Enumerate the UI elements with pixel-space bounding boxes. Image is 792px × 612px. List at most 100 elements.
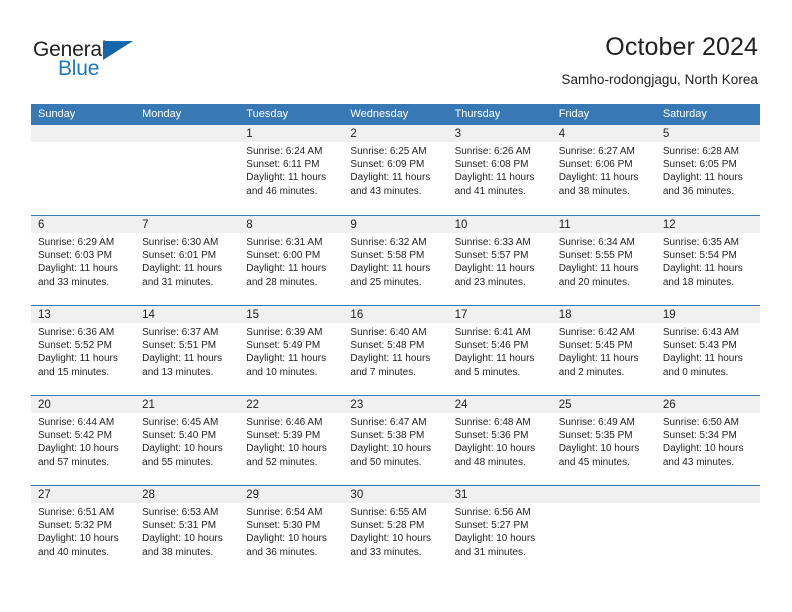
weekday-header-thursday: Thursday <box>454 108 501 120</box>
page-header: General Blue October 2024 Samho-rodongja… <box>0 0 792 100</box>
sun-times-info: Sunrise: 6:55 AM Sunset: 5:28 PM Dayligh… <box>350 507 432 558</box>
calendar-week-cells: 27 Sunrise: 6:51 AM Sunset: 5:32 PM Dayli… <box>31 486 760 576</box>
calendar-day-cell[interactable]: 26 Sunrise: 6:50 AM Sunset: 5:34 PM Dayli… <box>656 396 760 486</box>
logo-text-blue: Blue <box>58 57 100 80</box>
day-number: 27 <box>38 489 51 501</box>
calendar-day-cell[interactable]: 31 Sunrise: 6:56 AM Sunset: 5:27 PM Dayli… <box>448 486 552 576</box>
calendar-day-cell[interactable]: 27 Sunrise: 6:51 AM Sunset: 5:32 PM Dayli… <box>31 486 135 576</box>
sun-times-info: Sunrise: 6:40 AM Sunset: 5:48 PM Dayligh… <box>350 327 431 378</box>
day-number <box>559 487 656 503</box>
sun-times-info: Sunrise: 6:30 AM Sunset: 6:01 PM Dayligh… <box>142 237 222 288</box>
sun-times-info: Sunrise: 6:37 AM Sunset: 5:51 PM Dayligh… <box>142 327 222 378</box>
calendar-day-cell[interactable]: 21 Sunrise: 6:45 AM Sunset: 5:40 PM Dayli… <box>135 396 239 486</box>
calendar-day-cell[interactable]: 4 Sunrise: 6:27 AM Sunset: 6:06 PM Daylig… <box>552 125 656 215</box>
day-number: 6 <box>38 219 45 231</box>
calendar-day-cell[interactable]: 8 Sunrise: 6:31 AM Sunset: 6:00 PM Daylig… <box>239 216 343 306</box>
sun-times-info: Sunrise: 6:44 AM Sunset: 5:42 PM Dayligh… <box>38 417 119 468</box>
calendar-day-cell[interactable]: 25 Sunrise: 6:49 AM Sunset: 5:35 PM Dayli… <box>552 396 656 486</box>
calendar-day-cell[interactable]: 9 Sunrise: 6:32 AM Sunset: 5:58 PM Daylig… <box>343 216 447 306</box>
sun-times-info: Sunrise: 6:39 AM Sunset: 5:49 PM Dayligh… <box>246 327 327 378</box>
day-number: 21 <box>142 399 155 411</box>
calendar-day-cell[interactable]: 23 Sunrise: 6:47 AM Sunset: 5:38 PM Dayli… <box>343 396 447 486</box>
sun-times-info: Sunrise: 6:41 AM Sunset: 5:46 PM Dayligh… <box>454 327 535 378</box>
calendar-day-cell[interactable]: 16 Sunrise: 6:40 AM Sunset: 5:48 PM Dayli… <box>343 306 447 396</box>
day-number: 19 <box>662 309 676 321</box>
calendar-day-cell[interactable]: 2 Sunrise: 6:25 AM Sunset: 6:09 PM Daylig… <box>343 125 447 215</box>
calendar-week-cells: 6 Sunrise: 6:29 AM Sunset: 6:03 PM Daylig… <box>31 216 760 306</box>
weekday-header-saturday: Saturday <box>662 108 707 120</box>
sun-times-info: Sunrise: 6:47 AM Sunset: 5:38 PM Dayligh… <box>350 417 432 468</box>
sun-times-info: Sunrise: 6:25 AM Sunset: 6:09 PM Dayligh… <box>350 146 431 197</box>
calendar-day-cell[interactable]: 6 Sunrise: 6:29 AM Sunset: 6:03 PM Daylig… <box>31 216 135 306</box>
calendar-day-cell[interactable]: 14 Sunrise: 6:37 AM Sunset: 5:51 PM Dayli… <box>135 306 239 396</box>
weekday-header-wednesday: Wednesday <box>350 108 409 120</box>
calendar-day-cell[interactable]: 17 Sunrise: 6:41 AM Sunset: 5:46 PM Dayli… <box>448 306 552 396</box>
day-number: 11 <box>558 219 571 231</box>
calendar-day-cell[interactable]: 29 Sunrise: 6:54 AM Sunset: 5:30 PM Dayli… <box>239 486 343 576</box>
calendar-day-cell[interactable]: 10 Sunrise: 6:33 AM Sunset: 5:57 PM Dayli… <box>448 216 552 306</box>
calendar-day-cell[interactable]: 5 Sunrise: 6:28 AM Sunset: 6:05 PM Daylig… <box>656 125 760 215</box>
sun-times-info: Sunrise: 6:54 AM Sunset: 5:30 PM Dayligh… <box>246 507 327 558</box>
day-number: 7 <box>142 219 149 231</box>
weekday-header-friday: Friday <box>558 108 590 120</box>
calendar-week-cells: 1 Sunrise: 6:24 AM Sunset: 6:11 PM Daylig… <box>31 125 760 215</box>
page-subtitle: Samho-rodongjagu, North Korea <box>561 72 758 87</box>
sun-times-info: Sunrise: 6:53 AM Sunset: 5:31 PM Dayligh… <box>142 507 223 558</box>
general-blue-logo[interactable]: General Blue <box>33 38 153 84</box>
calendar-week-row: 1 Sunrise: 6:24 AM Sunset: 6:11 PM Daylig… <box>31 125 760 215</box>
calendar-empty-cell <box>552 486 656 576</box>
day-number: 31 <box>454 489 468 501</box>
day-number: 25 <box>558 399 572 411</box>
calendar-day-cell[interactable]: 11 Sunrise: 6:34 AM Sunset: 5:55 PM Dayli… <box>552 216 656 306</box>
day-number: 20 <box>38 399 51 411</box>
page-title: October 2024 <box>605 33 758 61</box>
day-number: 3 <box>454 128 461 140</box>
day-number: 29 <box>246 489 260 501</box>
calendar-day-cell[interactable]: 19 Sunrise: 6:43 AM Sunset: 5:43 PM Dayli… <box>656 306 760 396</box>
sun-times-info: Sunrise: 6:24 AM Sunset: 6:11 PM Dayligh… <box>246 146 327 197</box>
day-number <box>38 126 135 142</box>
calendar-week-cells: 13 Sunrise: 6:36 AM Sunset: 5:52 PM Dayli… <box>31 306 760 396</box>
calendar-day-cell[interactable]: 1 Sunrise: 6:24 AM Sunset: 6:11 PM Daylig… <box>239 125 343 215</box>
day-number: 18 <box>558 309 572 321</box>
day-number: 9 <box>350 219 357 231</box>
day-number: 15 <box>246 309 260 321</box>
day-number <box>142 126 239 142</box>
calendar-day-cell[interactable]: 28 Sunrise: 6:53 AM Sunset: 5:31 PM Dayli… <box>135 486 239 576</box>
day-number: 28 <box>142 489 155 501</box>
calendar-day-cell[interactable]: 13 Sunrise: 6:36 AM Sunset: 5:52 PM Dayli… <box>31 306 135 396</box>
calendar-day-cell[interactable]: 22 Sunrise: 6:46 AM Sunset: 5:39 PM Dayli… <box>239 396 343 486</box>
weekday-header-tuesday: Tuesday <box>246 108 289 120</box>
calendar-weeks: 1 Sunrise: 6:24 AM Sunset: 6:11 PM Daylig… <box>31 125 760 575</box>
sun-times-info: Sunrise: 6:50 AM Sunset: 5:34 PM Dayligh… <box>662 417 744 468</box>
calendar-day-cell[interactable]: 18 Sunrise: 6:42 AM Sunset: 5:45 PM Dayli… <box>552 306 656 396</box>
calendar-day-cell[interactable]: 24 Sunrise: 6:48 AM Sunset: 5:36 PM Dayli… <box>448 396 552 486</box>
sun-times-info: Sunrise: 6:49 AM Sunset: 5:35 PM Dayligh… <box>558 417 640 468</box>
sun-times-info: Sunrise: 6:35 AM Sunset: 5:54 PM Dayligh… <box>662 237 743 288</box>
sun-times-info: Sunrise: 6:31 AM Sunset: 6:00 PM Dayligh… <box>246 237 327 288</box>
calendar-day-cell[interactable]: 20 Sunrise: 6:44 AM Sunset: 5:42 PM Dayli… <box>31 396 135 486</box>
calendar-day-cell[interactable]: 12 Sunrise: 6:35 AM Sunset: 5:54 PM Dayli… <box>656 216 760 306</box>
sun-times-info: Sunrise: 6:28 AM Sunset: 6:05 PM Dayligh… <box>662 146 743 197</box>
calendar-empty-cell <box>31 125 135 215</box>
calendar-empty-cell <box>135 125 239 215</box>
day-number: 22 <box>246 399 260 411</box>
calendar-page: General Blue October 2024 Samho-rodongja… <box>0 0 792 612</box>
day-number: 24 <box>454 399 468 411</box>
sun-times-info: Sunrise: 6:56 AM Sunset: 5:27 PM Dayligh… <box>454 507 536 558</box>
weekday-header-monday: Monday <box>142 108 182 120</box>
sun-times-info: Sunrise: 6:43 AM Sunset: 5:43 PM Dayligh… <box>662 327 743 378</box>
calendar-day-cell[interactable]: 15 Sunrise: 6:39 AM Sunset: 5:49 PM Dayli… <box>239 306 343 396</box>
weekday-header-row: Sunday Monday Tuesday Wednesday Thursday Frid… <box>31 104 760 125</box>
day-number: 13 <box>38 309 51 321</box>
calendar-week-row: 6 Sunrise: 6:29 AM Sunset: 6:03 PM Daylig… <box>31 215 760 305</box>
sun-times-info: Sunrise: 6:42 AM Sunset: 5:45 PM Dayligh… <box>558 327 639 378</box>
sun-times-info: Sunrise: 6:36 AM Sunset: 5:52 PM Dayligh… <box>38 327 118 378</box>
day-number: 17 <box>454 309 468 321</box>
sun-times-info: Sunrise: 6:51 AM Sunset: 5:32 PM Dayligh… <box>38 507 119 558</box>
day-number: 8 <box>246 219 253 231</box>
day-number: 23 <box>350 399 364 411</box>
calendar-day-cell[interactable]: 7 Sunrise: 6:30 AM Sunset: 6:01 PM Daylig… <box>135 216 239 306</box>
calendar-day-cell[interactable]: 30 Sunrise: 6:55 AM Sunset: 5:28 PM Dayli… <box>343 486 447 576</box>
calendar-day-cell[interactable]: 3 Sunrise: 6:26 AM Sunset: 6:08 PM Daylig… <box>448 125 552 215</box>
